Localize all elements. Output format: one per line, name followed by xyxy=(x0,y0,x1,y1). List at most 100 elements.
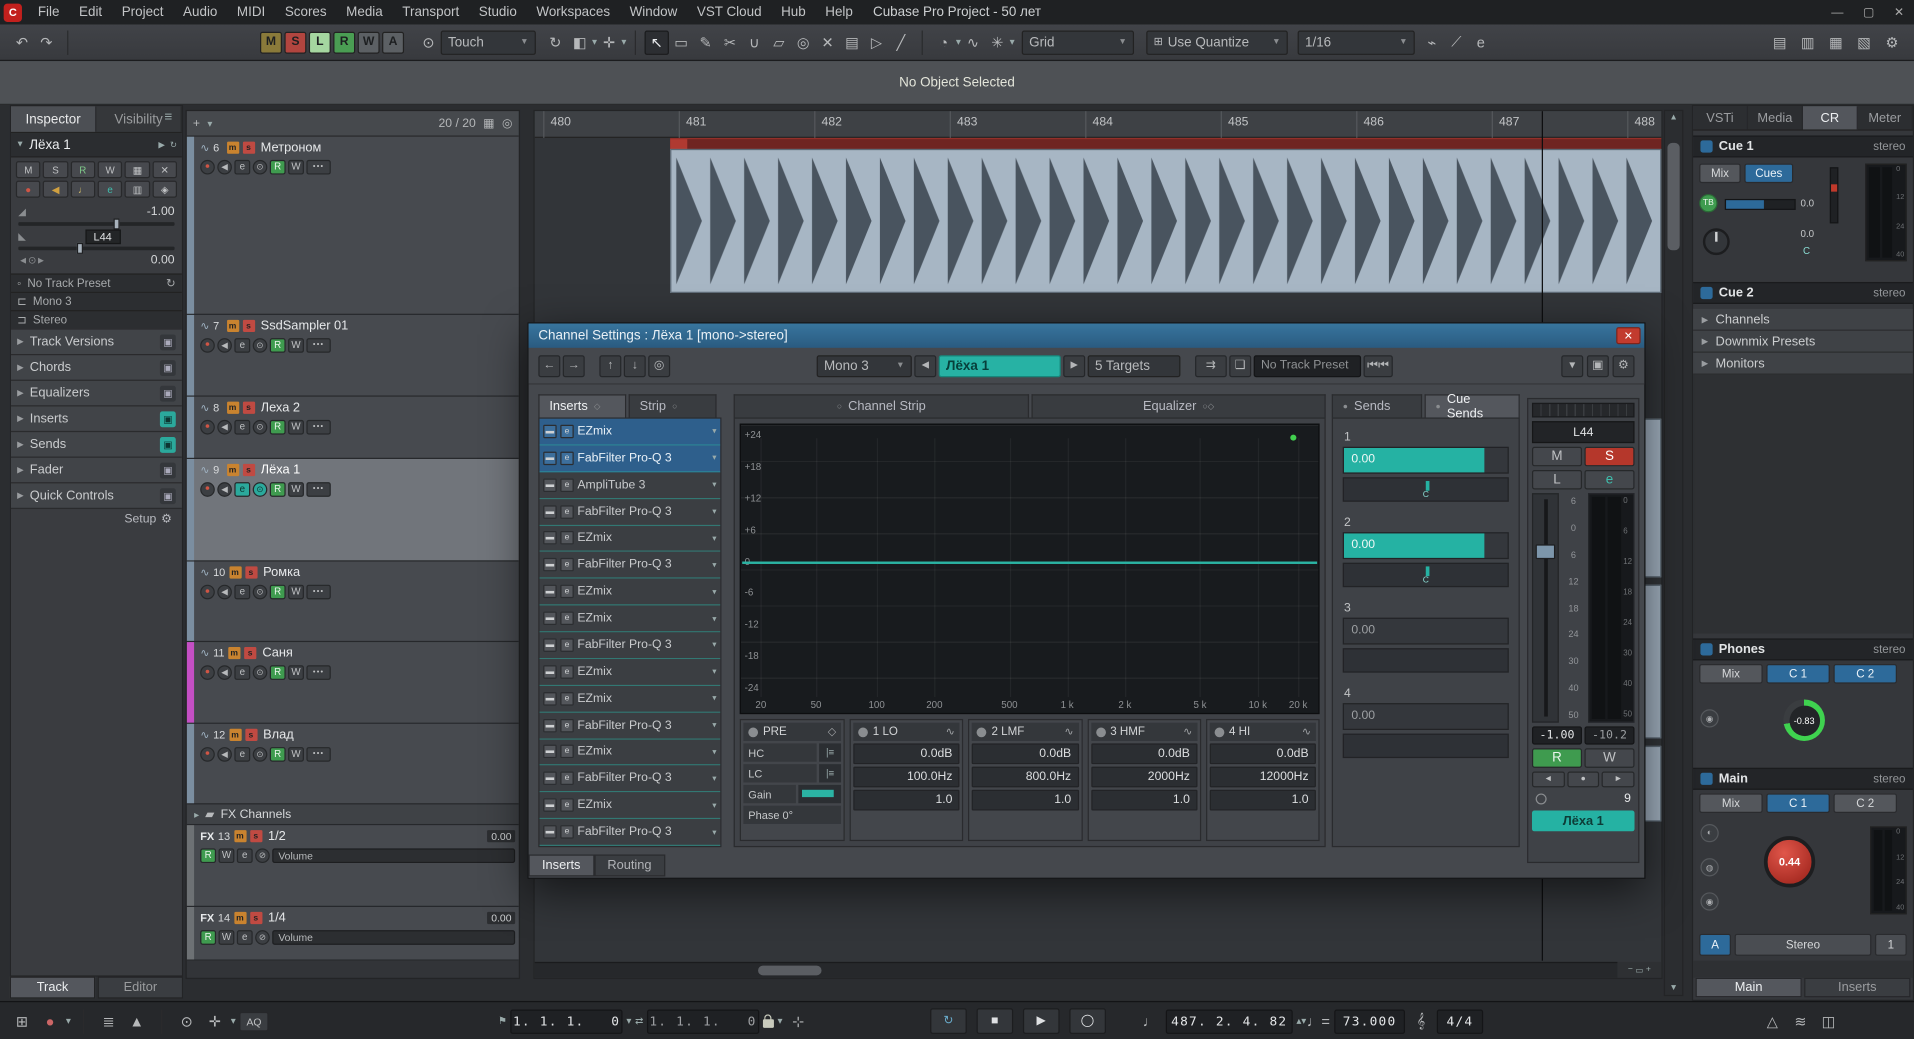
cue1-click-level-slider[interactable] xyxy=(1725,199,1796,210)
solo-button[interactable]: s xyxy=(242,464,254,476)
folder-name[interactable]: FX Channels xyxy=(221,807,292,820)
mute-button[interactable]: m xyxy=(226,142,238,154)
automation-mode-dropdown[interactable]: Touch▼ xyxy=(441,30,536,54)
copy-settings-icon[interactable]: ⇉ xyxy=(1195,355,1227,377)
bypass-icon[interactable]: ▬ xyxy=(543,638,556,651)
chevron-right-icon[interactable]: ▶ xyxy=(158,140,165,150)
read-automation-button[interactable]: R xyxy=(1532,748,1582,768)
folder-track-row[interactable]: ▸ ▰ FX Channels xyxy=(187,804,519,825)
slot-caret-icon[interactable]: ▾ xyxy=(712,427,716,437)
stop-button[interactable]: ■ xyxy=(977,1008,1014,1034)
write-button[interactable]: W xyxy=(98,161,123,178)
next-icon[interactable]: ► xyxy=(1602,771,1635,787)
bypass-icon[interactable]: ▬ xyxy=(543,745,556,758)
edit-channel-button[interactable]: e xyxy=(237,930,253,945)
vertical-scrollbar[interactable]: ▲ ▼ xyxy=(1664,110,1684,996)
write-automation-button[interactable]: W xyxy=(288,482,304,497)
cue1-level-slider[interactable] xyxy=(1830,167,1839,223)
slot-caret-icon[interactable]: ▾ xyxy=(712,774,716,784)
mute-tool[interactable]: ✕ xyxy=(815,30,839,54)
band-freq-value[interactable]: 100.0Hz xyxy=(853,767,960,788)
automation-panel-button[interactable]: ••• xyxy=(306,159,330,174)
pan-value[interactable]: L44 xyxy=(85,229,120,244)
bypass-icon[interactable]: ▬ xyxy=(543,825,556,838)
layout-right-zone-icon[interactable]: ▦ xyxy=(1824,30,1848,54)
transport-grid-icon[interactable]: ⊞ xyxy=(10,1009,34,1033)
state-button[interactable]: A xyxy=(382,31,404,53)
insert-slot[interactable]: ▬ e EZmix ▾ xyxy=(540,686,721,713)
lock-icon[interactable] xyxy=(763,1019,774,1028)
track-name[interactable]: Метроном xyxy=(261,140,322,155)
output-routing-dropdown[interactable]: Mono 3▼ xyxy=(817,355,912,377)
main-level-knob[interactable]: 0.44 xyxy=(1764,836,1815,887)
caret-icon[interactable]: ▾ xyxy=(66,1016,71,1027)
erase-tool[interactable]: ▱ xyxy=(767,30,791,54)
insert-slot[interactable]: ▬ e FabFilter Pro-Q 3 ▾ xyxy=(540,552,721,579)
crosshair-icon[interactable]: ✛ xyxy=(203,1009,227,1033)
slot-caret-icon[interactable]: ▾ xyxy=(712,587,716,597)
menu-item[interactable]: Hub xyxy=(771,2,815,22)
edit-channel-button[interactable]: e xyxy=(234,159,250,174)
track-row[interactable]: ∿ 6 m s Метроном ● ◀ e ⊙ R W ••• xyxy=(187,137,519,315)
volume-slider[interactable] xyxy=(18,222,174,226)
automation-panel-button[interactable]: ••• xyxy=(306,419,330,434)
write-automation-button[interactable]: W xyxy=(288,338,304,353)
edit-channel-button[interactable]: e xyxy=(234,584,250,599)
record-button[interactable]: ◯ xyxy=(1069,1008,1106,1034)
listen-button[interactable]: L xyxy=(1532,470,1582,490)
maximize-button[interactable]: ▢ xyxy=(1863,5,1875,18)
solo-button[interactable]: s xyxy=(244,647,256,659)
write-automation-button[interactable]: W xyxy=(288,419,304,434)
band-power-icon[interactable] xyxy=(1214,727,1224,737)
track-color-strip[interactable] xyxy=(187,562,194,641)
band-gain-value[interactable]: 0.0dB xyxy=(972,743,1079,764)
write-automation-button[interactable]: W xyxy=(288,665,304,680)
bypass-icon[interactable]: ▬ xyxy=(543,505,556,518)
menu-item[interactable]: VST Cloud xyxy=(687,2,771,22)
insert-slot[interactable]: ▬ e EZmix ▾ xyxy=(540,526,721,553)
mute-button[interactable]: m xyxy=(234,912,246,924)
autoscroll-icon[interactable]: ∿ xyxy=(961,30,985,54)
eq-curve-display[interactable]: +24+18+12+60-6-12-18-24 20501002005001 k… xyxy=(740,424,1320,715)
dialog-close-button[interactable]: ✕ xyxy=(1616,327,1640,344)
plugin-name[interactable]: EZmix xyxy=(577,745,708,758)
mute-button[interactable]: M xyxy=(16,161,41,178)
crosshair-icon[interactable]: ✛ xyxy=(597,30,621,54)
monitor-button[interactable]: ◀ xyxy=(43,181,68,198)
insert-slot[interactable]: ▬ e AmpliTube 3 ▾ xyxy=(540,472,721,499)
right-zone-tab[interactable]: Media xyxy=(1748,106,1803,129)
band-freq-value[interactable]: 2000Hz xyxy=(1091,767,1198,788)
zoom-controls[interactable]: −▭+ xyxy=(1617,962,1661,978)
settings-gear-icon[interactable]: ⚙ xyxy=(1613,355,1635,377)
bypass-icon[interactable]: ▬ xyxy=(543,425,556,438)
plugin-name[interactable]: EZmix xyxy=(577,692,708,705)
band-shape-icon[interactable]: ∿ xyxy=(1302,725,1311,738)
track-row[interactable]: ∿ 7 m s SsdSampler 01 ● ◀ e ⊙ R W ••• xyxy=(187,315,519,397)
freeze-button[interactable]: ⊙ xyxy=(253,665,268,680)
eq-curve-line[interactable] xyxy=(742,562,1317,564)
insert-slot[interactable]: ▬ e FabFilter Pro-Q 3 ▾ xyxy=(540,766,721,793)
lanes-icon[interactable]: ▦ xyxy=(125,161,150,178)
setup-row[interactable]: Setup⚙ xyxy=(11,508,182,530)
plugin-name[interactable]: FabFilter Pro-Q 3 xyxy=(577,451,708,464)
hc-label[interactable]: HC xyxy=(743,743,816,761)
record-enable-button[interactable]: ● xyxy=(200,159,215,174)
fader-value[interactable]: -1.00 xyxy=(1532,726,1582,744)
bypass-icon[interactable]: ▬ xyxy=(543,799,556,812)
channel-down-icon[interactable]: ↓ xyxy=(624,355,646,377)
state-button[interactable]: S xyxy=(284,31,306,53)
edit-channel-button[interactable]: e xyxy=(234,419,250,434)
bypass-icon[interactable]: ▬ xyxy=(543,692,556,705)
plugin-name[interactable]: FabFilter Pro-Q 3 xyxy=(577,558,708,571)
track-name[interactable]: 1/2 xyxy=(268,829,286,844)
edit-plugin-icon[interactable]: e xyxy=(560,558,573,571)
state-button[interactable]: R xyxy=(333,31,355,53)
volume-parameter-box[interactable]: Volume xyxy=(272,930,515,945)
eq-open-icon[interactable]: e xyxy=(1469,30,1493,54)
cr-section-row[interactable]: ▶ Channels xyxy=(1693,309,1913,331)
folder-arrow-icon[interactable]: ▸ xyxy=(194,809,199,820)
cycle-button[interactable]: ↻ xyxy=(930,1008,967,1034)
freeze-button[interactable]: ⊙ xyxy=(253,419,268,434)
insert-slot[interactable]: ▬ e FabFilter Pro-Q 3 ▾ xyxy=(540,632,721,659)
hc-slope-icon[interactable]: |≡ xyxy=(819,743,841,761)
